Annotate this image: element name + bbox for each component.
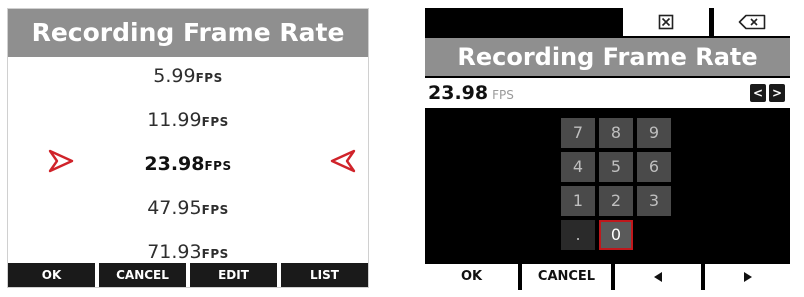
key-5[interactable]: 5	[599, 152, 633, 182]
key-7[interactable]: 7	[561, 118, 595, 148]
entry-value: 23.98	[428, 82, 489, 104]
key-4[interactable]: 4	[561, 152, 595, 182]
softkey-bar: OK CANCEL EDIT LIST	[8, 263, 368, 287]
arrow-left-icon	[654, 271, 662, 282]
softkey-bar: OK CANCEL	[425, 264, 790, 290]
cursor-right-button[interactable]: >	[769, 84, 785, 102]
rate-option[interactable]: 71.93FPS	[8, 241, 368, 263]
key-9[interactable]: 9	[637, 118, 671, 148]
key-6[interactable]: 6	[637, 152, 671, 182]
top-key-bar	[425, 8, 790, 36]
backspace-icon	[738, 14, 766, 30]
key-decimal[interactable]: .	[561, 220, 595, 250]
key-2[interactable]: 2	[599, 186, 633, 216]
selection-arrow-right-icon	[48, 149, 74, 173]
key-0[interactable]: 0	[599, 220, 633, 250]
cancel-button[interactable]: CANCEL	[99, 263, 186, 287]
screen-title: Recording Frame Rate	[425, 38, 790, 76]
cursor-left-button[interactable]: <	[750, 84, 766, 102]
selection-arrow-left-icon	[330, 149, 356, 173]
frame-rate-keypad-screen: Recording Frame Rate 23.98 FPS < > 7 8 9 …	[425, 8, 790, 290]
value-entry-field[interactable]: 23.98 FPS < >	[425, 78, 790, 108]
cancel-button[interactable]: CANCEL	[522, 264, 611, 290]
ok-button[interactable]: OK	[425, 264, 518, 290]
ok-button[interactable]: OK	[8, 263, 95, 287]
rate-option[interactable]: 11.99FPS	[8, 109, 368, 131]
clear-button[interactable]	[623, 8, 709, 36]
entry-unit: FPS	[492, 88, 514, 102]
move-right-button[interactable]	[705, 264, 790, 290]
key-3[interactable]: 3	[637, 186, 671, 216]
rate-option[interactable]: 47.95FPS	[8, 197, 368, 219]
screen-title: Recording Frame Rate	[8, 9, 368, 57]
frame-rate-list-screen: Recording Frame Rate 5.99FPS 11.99FPS 23…	[7, 8, 369, 288]
arrow-right-icon	[743, 271, 752, 282]
list-button[interactable]: LIST	[281, 263, 368, 287]
backspace-button[interactable]	[714, 8, 790, 36]
move-left-button[interactable]	[615, 264, 701, 290]
rate-option[interactable]: 5.99FPS	[8, 65, 368, 87]
edit-button[interactable]: EDIT	[190, 263, 277, 287]
clear-icon	[658, 14, 674, 30]
key-1[interactable]: 1	[561, 186, 595, 216]
key-8[interactable]: 8	[599, 118, 633, 148]
